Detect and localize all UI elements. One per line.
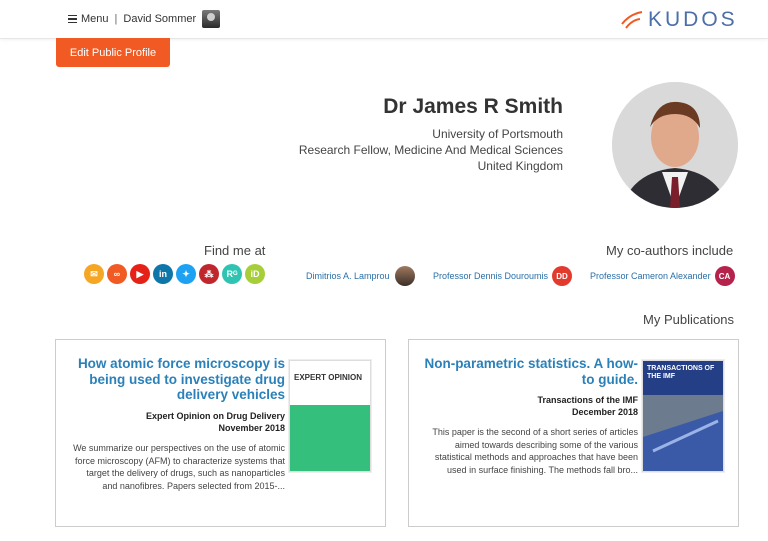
user-menu[interactable]: Menu | David Sommer xyxy=(68,10,221,28)
user-avatar[interactable] xyxy=(202,10,221,28)
coauthor-name[interactable]: Professor Dennis Douroumis xyxy=(433,271,548,281)
coauthor-name[interactable]: Dimitrios A. Lamprou xyxy=(306,271,390,281)
publication-journal-name: Expert Opinion on Drug Delivery xyxy=(145,411,285,421)
social-links: ✉ ∞ ▶ in ✦ ⁂ Rᴳ iD xyxy=(84,264,268,284)
menu-separator: | xyxy=(114,13,118,25)
profile-photo xyxy=(612,82,738,208)
find-me-title: Find me at xyxy=(204,243,266,258)
publication-cover[interactable]: TRANSACTIONS OF THE IMF xyxy=(642,360,724,472)
profile-position: Research Fellow, Medicine And Medical Sc… xyxy=(298,143,563,157)
publications-title: My Publications xyxy=(643,312,735,327)
publication-date: November 2018 xyxy=(218,423,285,433)
publication-journal-name: Transactions of the IMF xyxy=(537,395,638,405)
twitter-icon[interactable]: ✦ xyxy=(176,264,196,284)
profile-affiliation: University of Portsmouth Research Fellow… xyxy=(299,126,563,174)
publication-title[interactable]: How atomic force microscopy is being use… xyxy=(70,356,285,403)
publication-card[interactable]: EXPERT OPINION How atomic force microsco… xyxy=(55,339,386,527)
publication-abstract: This paper is the second of a short seri… xyxy=(432,427,638,475)
publication-cover[interactable]: EXPERT OPINION xyxy=(289,360,371,472)
coauthor-initials-badge[interactable]: CA xyxy=(714,266,735,286)
profile-photo-image xyxy=(612,82,738,208)
hamburger-icon[interactable] xyxy=(68,13,77,26)
coauthor-item[interactable]: Dimitrios A. Lamprou xyxy=(306,266,415,286)
orcid-icon[interactable]: iD xyxy=(245,264,265,284)
linkedin-icon[interactable]: in xyxy=(153,264,173,284)
logo-text: KUDOS xyxy=(648,8,738,31)
publication-date: December 2018 xyxy=(571,407,638,417)
coauthors-title: My co-authors include xyxy=(606,243,734,258)
coauthor-photo[interactable] xyxy=(394,266,415,286)
coauthor-initials-badge[interactable]: DD xyxy=(552,266,573,286)
publication-journal: Transactions of the IMF December 2018 xyxy=(537,394,638,418)
coauthor-item[interactable]: Professor Cameron Alexander CA xyxy=(590,266,735,286)
coauthor-item[interactable]: Professor Dennis Douroumis DD xyxy=(433,266,573,286)
cover-title: EXPERT OPINION xyxy=(294,373,363,382)
menu-label[interactable]: Menu xyxy=(81,13,109,25)
top-navigation-bar: KUDOS Menu | David Sommer xyxy=(0,0,768,39)
coauthor-name[interactable]: Professor Cameron Alexander xyxy=(590,271,711,281)
network-icon[interactable]: ⁂ xyxy=(199,264,219,284)
link-icon[interactable]: ∞ xyxy=(107,264,127,284)
publication-card[interactable]: TRANSACTIONS OF THE IMF Non-parametric s… xyxy=(408,339,739,527)
publication-journal: Expert Opinion on Drug Delivery November… xyxy=(146,410,285,434)
kudos-logo[interactable]: KUDOS xyxy=(620,8,738,32)
profile-country: United Kingdom xyxy=(477,159,563,173)
publication-title[interactable]: Non-parametric statistics. A how-to guid… xyxy=(423,356,638,387)
profile-name: Dr James R Smith xyxy=(383,95,563,118)
user-name[interactable]: David Sommer xyxy=(123,13,196,25)
researchgate-icon[interactable]: Rᴳ xyxy=(222,264,242,284)
cover-title: TRANSACTIONS OF THE IMF xyxy=(647,365,715,380)
publication-abstract: We summarize our perspectives on the use… xyxy=(73,443,285,491)
edit-public-profile-button[interactable]: Edit Public Profile xyxy=(56,38,170,67)
kudos-logo-icon xyxy=(621,11,643,29)
youtube-icon[interactable]: ▶ xyxy=(130,264,150,284)
profile-institution: University of Portsmouth xyxy=(432,127,563,141)
email-icon[interactable]: ✉ xyxy=(84,264,104,284)
